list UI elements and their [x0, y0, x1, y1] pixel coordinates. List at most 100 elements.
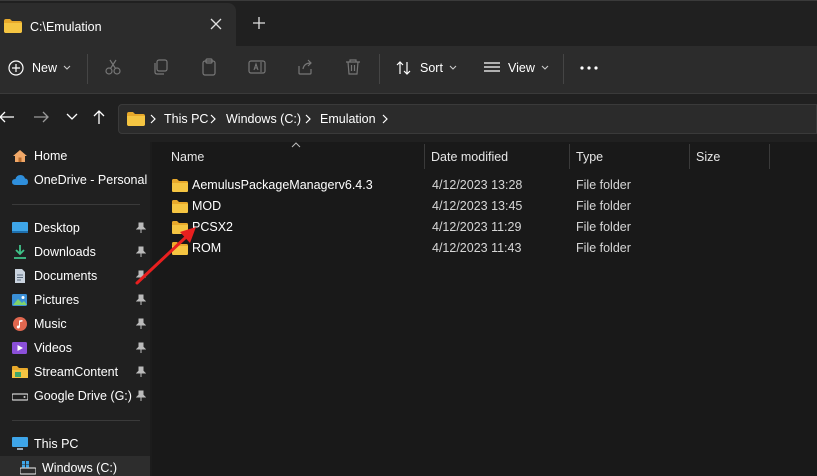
sidebar-item-music[interactable]: Music [0, 312, 150, 336]
plus-circle-icon [8, 60, 24, 76]
breadcrumb-windows-c[interactable]: Windows (C:) [226, 112, 301, 126]
rename-icon[interactable] [248, 58, 266, 76]
sidebar-item-label: This PC [34, 437, 79, 451]
pin-icon[interactable] [136, 294, 146, 306]
column-header-size[interactable]: Size [696, 150, 720, 164]
share-icon[interactable] [296, 58, 314, 76]
sidebar-item-streamcontent[interactable]: StreamContent [0, 360, 150, 384]
paste-icon[interactable] [200, 58, 218, 76]
new-button[interactable]: New [8, 46, 71, 90]
column-header-date-modified[interactable]: Date modified [431, 150, 508, 164]
pc-icon [12, 437, 28, 450]
sort-button[interactable]: Sort [396, 46, 457, 90]
separator [87, 54, 88, 84]
file-type: File folder [576, 178, 631, 192]
videos-icon [12, 342, 27, 354]
chevron-right-icon [210, 114, 216, 124]
chevron-right-icon [305, 114, 311, 124]
cut-icon[interactable] [104, 58, 122, 76]
folder-icon [172, 242, 188, 255]
folder-icon [172, 221, 188, 234]
address-bar[interactable]: This PC Windows (C:) Emulation [118, 104, 817, 134]
sidebar-item-label: Desktop [34, 221, 80, 235]
column-separator[interactable] [424, 144, 425, 169]
breadcrumb-this-pc[interactable]: This PC [164, 112, 208, 126]
downloads-icon [14, 245, 26, 259]
table-row[interactable]: PCSX2 4/12/2023 11:29 File folder [152, 217, 817, 238]
file-name: ROM [192, 241, 222, 255]
chevron-down-icon [541, 65, 549, 70]
home-icon [13, 150, 27, 162]
file-type: File folder [576, 241, 631, 255]
column-header-name[interactable]: Name [171, 150, 204, 164]
file-type: File folder [576, 220, 631, 234]
recent-locations-chevron-icon[interactable] [65, 111, 79, 123]
command-bar: New Sort View [0, 46, 817, 94]
delete-icon[interactable] [344, 58, 362, 76]
date-modified: 4/12/2023 13:45 [432, 199, 523, 213]
sort-ascending-caret-icon [291, 142, 301, 148]
date-modified: 4/12/2023 11:43 [432, 241, 522, 255]
table-row[interactable]: AemulusPackageManagerv6.4.3 4/12/2023 13… [152, 175, 817, 196]
column-header-type[interactable]: Type [576, 150, 603, 164]
drive-icon [20, 461, 36, 475]
sort-icon [396, 61, 411, 75]
sidebar-item-label: Google Drive (G:) [34, 389, 132, 403]
date-modified: 4/12/2023 11:29 [432, 220, 522, 234]
sidebar-item-windows-c[interactable]: Windows (C:) [0, 456, 150, 476]
sidebar-item-onedrive[interactable]: OneDrive - Personal [0, 168, 150, 192]
sidebar-item-label: Pictures [34, 293, 80, 307]
file-name: PCSX2 [192, 220, 233, 234]
sidebar-item-label: OneDrive - Personal [34, 173, 148, 187]
new-tab-plus-icon[interactable] [252, 16, 266, 30]
up-arrow-icon[interactable] [90, 108, 108, 126]
sidebar-item-label: Windows (C:) [42, 461, 118, 475]
pin-icon[interactable] [136, 246, 146, 258]
sidebar-item-this-pc[interactable]: This PC [0, 432, 150, 456]
file-type: File folder [576, 199, 631, 213]
pin-icon[interactable] [136, 366, 146, 378]
folder-icon [172, 200, 188, 213]
drive-icon [12, 393, 28, 401]
column-separator[interactable] [569, 144, 570, 169]
date-modified: 4/12/2023 13:28 [432, 178, 523, 192]
pin-icon[interactable] [136, 270, 146, 282]
sidebar-divider [12, 420, 140, 421]
sidebar-item-home[interactable]: Home [0, 144, 150, 168]
pin-icon[interactable] [136, 390, 146, 402]
sidebar-item-pictures[interactable]: Pictures [0, 288, 150, 312]
view-list-icon [484, 62, 500, 72]
sidebar-item-downloads[interactable]: Downloads [0, 240, 150, 264]
chevron-down-icon [449, 65, 457, 70]
tab-emulation[interactable]: C:\Emulation [0, 3, 236, 47]
back-arrow-icon[interactable] [0, 108, 16, 126]
pin-icon[interactable] [136, 318, 146, 330]
sidebar-item-label: Downloads [34, 245, 96, 259]
forward-arrow-icon[interactable] [32, 108, 50, 126]
table-row[interactable]: ROM 4/12/2023 11:43 File folder [152, 238, 817, 259]
sidebar-divider [12, 204, 140, 205]
more-options-icon[interactable] [580, 66, 598, 70]
close-icon[interactable] [208, 16, 224, 32]
table-row[interactable]: MOD 4/12/2023 13:45 File folder [152, 196, 817, 217]
separator [379, 54, 380, 84]
pin-icon[interactable] [136, 222, 146, 234]
tab-title: C:\Emulation [30, 20, 102, 34]
breadcrumb-emulation[interactable]: Emulation [320, 112, 376, 126]
sidebar-item-videos[interactable]: Videos [0, 336, 150, 360]
folder-icon [4, 19, 22, 33]
sidebar-item-google-drive[interactable]: Google Drive (G:) [0, 384, 150, 408]
sidebar-item-desktop[interactable]: Desktop [0, 216, 150, 240]
desktop-icon [12, 222, 28, 233]
view-button[interactable]: View [484, 46, 549, 90]
column-separator[interactable] [689, 144, 690, 169]
column-separator[interactable] [769, 144, 770, 169]
sidebar-item-documents[interactable]: Documents [0, 264, 150, 288]
chevron-down-icon [63, 65, 71, 70]
music-icon [13, 317, 27, 331]
pin-icon[interactable] [136, 342, 146, 354]
chevron-right-icon [382, 114, 388, 124]
sidebar-item-label: Music [34, 317, 67, 331]
new-label: New [32, 61, 58, 75]
copy-icon[interactable] [152, 58, 170, 76]
